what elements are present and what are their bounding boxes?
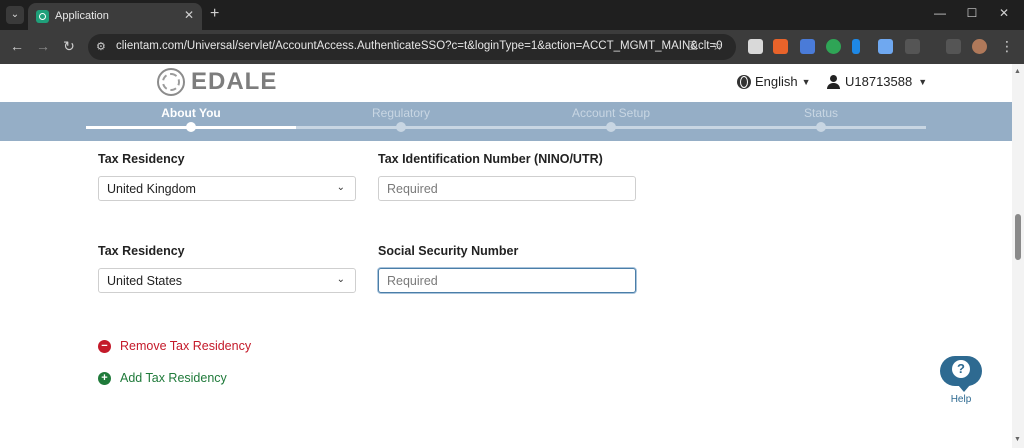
back-icon[interactable]: ← xyxy=(8,38,26,54)
browser-menu-icon[interactable]: ⋮ xyxy=(998,38,1016,55)
password-key-icon[interactable]: ⚿ xyxy=(688,39,697,54)
tax-residency-label-1: Tax Residency xyxy=(98,152,185,166)
step-dot-regulatory xyxy=(396,122,406,132)
scrollbar-thumb[interactable] xyxy=(1015,214,1021,260)
globe-icon xyxy=(737,74,751,89)
step-dot-about-you xyxy=(186,122,196,132)
step-dot-status xyxy=(816,122,826,132)
tax-residency-select-2[interactable]: United States ⌄ xyxy=(98,268,356,293)
tab-close-icon[interactable]: ✕ xyxy=(184,8,194,22)
maximize-icon[interactable]: ☐ xyxy=(962,6,982,20)
browser-tab[interactable]: Application ✕ xyxy=(28,3,202,30)
tax-residency-value-2: United States xyxy=(107,274,183,288)
caret-down-icon: ▼ xyxy=(801,76,811,87)
browser-toolbar: ← → ↻ ⚙ clientam.com/Universal/servlet/A… xyxy=(0,30,1024,64)
site-header: EDALE English ▼ U18713588 ▼ xyxy=(0,64,1012,102)
scroll-up-icon[interactable]: ▲ xyxy=(1014,68,1021,75)
language-label: English xyxy=(755,74,798,89)
add-tax-residency-label: Add Tax Residency xyxy=(120,371,227,385)
tax-residency-value-1: United Kingdom xyxy=(107,182,196,196)
user-icon xyxy=(827,74,840,89)
blue-extension-icon[interactable] xyxy=(800,39,815,54)
grammarly-extension-icon[interactable] xyxy=(826,39,841,54)
reload-icon[interactable]: ↻ xyxy=(60,38,78,55)
bookmark-star-icon[interactable]: ☆ xyxy=(712,39,723,53)
ssn-input[interactable] xyxy=(378,268,636,293)
question-mark-icon: ? xyxy=(952,360,970,378)
minimize-icon[interactable]: — xyxy=(930,6,950,20)
bar-extension-icon[interactable] xyxy=(852,39,860,54)
url-text: clientam.com/Universal/servlet/AccountAc… xyxy=(116,40,723,52)
tab-title: Application xyxy=(55,10,109,22)
brand-name: EDALE xyxy=(191,68,278,95)
rocket-extension-icon[interactable] xyxy=(878,39,893,54)
new-tab-icon[interactable]: + xyxy=(210,5,219,23)
chevron-down-icon: ⌄ xyxy=(336,274,345,285)
site-info-icon[interactable]: ⚙ xyxy=(96,40,106,53)
tab-search-icon[interactable]: ⌄ xyxy=(6,6,24,24)
address-bar[interactable]: ⚙ clientam.com/Universal/servlet/Account… xyxy=(88,34,736,60)
close-window-icon[interactable]: ✕ xyxy=(994,6,1014,20)
add-tax-residency-button[interactable]: + Add Tax Residency xyxy=(98,371,227,385)
ssn-label: Social Security Number xyxy=(378,244,519,258)
step-account-setup[interactable]: Account Setup xyxy=(511,106,711,120)
step-dot-account-setup xyxy=(606,122,616,132)
step-status[interactable]: Status xyxy=(721,106,921,120)
forward-icon[interactable]: → xyxy=(34,38,52,54)
scroll-down-icon[interactable]: ▼ xyxy=(1014,436,1021,443)
step-regulatory[interactable]: Regulatory xyxy=(301,106,501,120)
progress-stepper: About You Regulatory Account Setup Statu… xyxy=(0,102,1012,141)
caret-down-icon: ▼ xyxy=(918,76,928,87)
tax-id-input[interactable] xyxy=(378,176,636,201)
chevron-down-icon: ⌄ xyxy=(336,182,345,193)
user-menu[interactable]: U18713588 ▼ xyxy=(827,74,927,89)
brand-logo[interactable]: EDALE xyxy=(157,68,277,96)
help-bubble-icon: ? xyxy=(940,356,982,392)
remove-tax-residency-button[interactable]: − Remove Tax Residency xyxy=(98,339,251,353)
download-icon[interactable] xyxy=(946,39,961,54)
tax-residency-select-1[interactable]: United Kingdom ⌄ xyxy=(98,176,356,201)
tax-residency-label-2: Tax Residency xyxy=(98,244,185,258)
tab-favicon-icon xyxy=(36,10,49,23)
tax-id-label: Tax Identification Number (NINO/UTR) xyxy=(378,152,603,166)
extensions-puzzle-icon[interactable] xyxy=(905,39,920,54)
username: U18713588 xyxy=(845,74,913,89)
logo-mark-icon xyxy=(157,68,185,96)
step-about-you[interactable]: About You xyxy=(91,106,291,120)
camera-extension-icon[interactable] xyxy=(748,39,763,54)
plus-circle-icon: + xyxy=(98,371,111,385)
orange-extension-icon[interactable] xyxy=(773,39,788,54)
minus-circle-icon: − xyxy=(98,339,111,353)
page-scrollbar[interactable]: ▲ ▼ xyxy=(1012,64,1024,448)
help-widget[interactable]: ? Help xyxy=(940,356,982,405)
help-label: Help xyxy=(950,394,972,405)
remove-tax-residency-label: Remove Tax Residency xyxy=(120,339,252,353)
browser-tabbar: ⌄ Application ✕ + — ☐ ✕ xyxy=(0,0,1024,30)
language-selector[interactable]: English ▼ xyxy=(737,74,811,89)
profile-avatar-icon[interactable] xyxy=(972,39,987,54)
